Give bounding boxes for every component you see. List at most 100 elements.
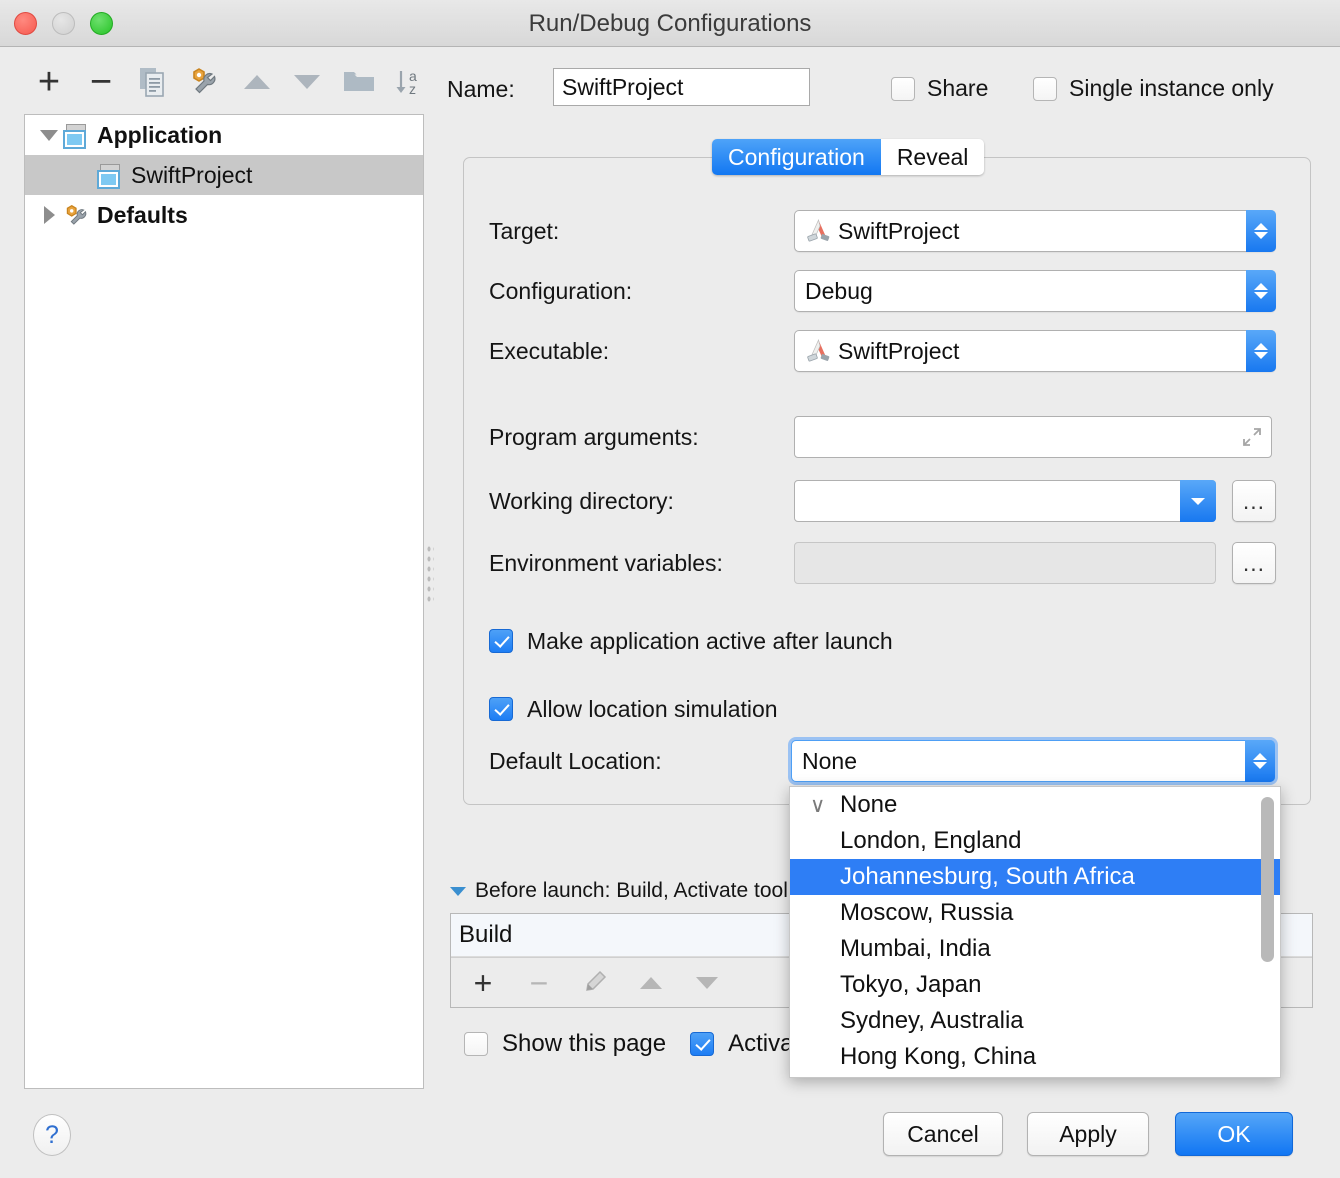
share-checkbox-row[interactable]: Share bbox=[891, 75, 988, 102]
tree-node-application[interactable]: Application bbox=[25, 115, 423, 155]
allow-location-simulation-row[interactable]: Allow location simulation bbox=[489, 688, 778, 730]
tree-node-defaults[interactable]: Defaults bbox=[25, 195, 423, 235]
copy-configuration-button[interactable] bbox=[130, 58, 176, 106]
chevron-down-icon bbox=[1254, 292, 1268, 299]
dropdown-option-london[interactable]: London, England bbox=[790, 823, 1280, 859]
working-directory-dropdown-button[interactable] bbox=[1180, 480, 1216, 522]
program-arguments-label: Program arguments: bbox=[489, 423, 699, 450]
move-task-up-button bbox=[635, 967, 667, 999]
name-input[interactable] bbox=[553, 68, 810, 106]
default-location-combobox[interactable]: None bbox=[791, 740, 1275, 782]
dropdown-option-johannesburg[interactable]: Johannesburg, South Africa bbox=[790, 859, 1280, 895]
collapse-caret-icon[interactable] bbox=[450, 886, 466, 896]
dropdown-option-label: Moscow, Russia bbox=[840, 899, 1014, 926]
build-configuration-combobox[interactable]: Debug bbox=[794, 270, 1276, 312]
configurations-tree[interactable]: Application SwiftProject Defaults bbox=[24, 114, 424, 1089]
chevron-down-icon bbox=[1191, 497, 1205, 505]
sort-configurations-button[interactable]: a z bbox=[386, 58, 432, 106]
dropdown-option-tokyo[interactable]: Tokyo, Japan bbox=[790, 967, 1280, 1003]
panel-splitter[interactable] bbox=[424, 114, 436, 1089]
executable-value: SwiftProject bbox=[838, 337, 960, 364]
configuration-panel: Target: SwiftProject Configuration: Debu… bbox=[463, 157, 1311, 805]
environment-variables-browse-button[interactable]: ... bbox=[1232, 542, 1276, 584]
configuration-tabs[interactable]: Configuration Reveal bbox=[712, 139, 985, 175]
target-stepper[interactable] bbox=[1246, 210, 1276, 252]
apply-button[interactable]: Apply bbox=[1027, 1112, 1149, 1156]
dropdown-option-moscow[interactable]: Moscow, Russia bbox=[790, 895, 1280, 931]
xcode-target-icon bbox=[805, 218, 833, 244]
target-label-wrap: Target: bbox=[489, 210, 559, 252]
chevron-right-icon bbox=[43, 206, 55, 224]
executable-label-wrap: Executable: bbox=[489, 330, 609, 372]
dropdown-option-hongkong[interactable]: Hong Kong, China bbox=[790, 1039, 1280, 1075]
dropdown-option-label: Mumbai, India bbox=[840, 935, 991, 962]
expand-toggle[interactable] bbox=[35, 129, 63, 141]
tab-configuration[interactable]: Configuration bbox=[712, 139, 881, 175]
edit-task-button bbox=[579, 967, 611, 999]
tree-node-label: SwiftProject bbox=[131, 161, 253, 188]
program-arguments-label-wrap: Program arguments: bbox=[489, 416, 699, 458]
dropdown-scrollbar[interactable] bbox=[1261, 797, 1274, 962]
single-instance-checkbox[interactable] bbox=[1033, 76, 1057, 101]
working-directory-field[interactable] bbox=[794, 480, 1216, 522]
show-this-page-checkbox[interactable] bbox=[464, 1032, 488, 1056]
expand-toggle[interactable] bbox=[35, 206, 63, 224]
activate-tool-window-checkbox[interactable] bbox=[690, 1032, 715, 1056]
checkmark-icon: ∨ bbox=[810, 793, 826, 817]
target-combobox[interactable]: SwiftProject bbox=[794, 210, 1276, 252]
make-app-active-label: Make application active after launch bbox=[527, 627, 893, 654]
minus-icon: − bbox=[89, 61, 113, 103]
configurations-toolbar: + − a z bbox=[20, 58, 430, 108]
default-location-label: Default Location: bbox=[489, 747, 662, 774]
executable-combobox[interactable]: SwiftProject bbox=[794, 330, 1276, 372]
build-configuration-value: Debug bbox=[805, 277, 873, 304]
arrow-up-icon bbox=[640, 976, 662, 989]
target-label: Target: bbox=[489, 217, 560, 244]
window-title: Run/Debug Configurations bbox=[528, 10, 812, 37]
expand-editor-icon[interactable] bbox=[1241, 426, 1263, 448]
application-icon bbox=[63, 124, 89, 149]
create-folder-button[interactable] bbox=[336, 58, 382, 106]
working-directory-label-wrap: Working directory: bbox=[489, 480, 674, 522]
sort-az-icon: a z bbox=[396, 68, 417, 97]
edit-defaults-button[interactable] bbox=[180, 58, 226, 106]
wrench-gear-icon bbox=[193, 68, 216, 94]
ok-button[interactable]: OK bbox=[1175, 1112, 1293, 1156]
move-configuration-up-button[interactable] bbox=[234, 58, 280, 106]
share-label: Share bbox=[927, 75, 989, 101]
single-instance-checkbox-row[interactable]: Single instance only bbox=[1033, 75, 1274, 102]
share-checkbox[interactable] bbox=[891, 76, 915, 101]
dropdown-option-none[interactable]: ∨ None bbox=[790, 787, 1280, 823]
executable-stepper[interactable] bbox=[1246, 330, 1276, 372]
default-location-label-wrap: Default Location: bbox=[489, 740, 662, 782]
move-configuration-down-button[interactable] bbox=[284, 58, 330, 106]
tree-node-swiftproject[interactable]: SwiftProject bbox=[25, 155, 423, 195]
dialog-footer: ? Cancel Apply OK bbox=[0, 1098, 1340, 1178]
build-configuration-stepper[interactable] bbox=[1246, 270, 1276, 312]
pencil-icon bbox=[586, 970, 607, 991]
dropdown-option-label: Sydney, Australia bbox=[840, 1007, 1024, 1034]
add-configuration-button[interactable]: + bbox=[26, 58, 72, 106]
help-button[interactable]: ? bbox=[33, 1114, 71, 1156]
tree-node-label: Defaults bbox=[97, 201, 188, 228]
dropdown-option-label: Johannesburg, South Africa bbox=[840, 863, 1135, 890]
cancel-button[interactable]: Cancel bbox=[883, 1112, 1003, 1156]
splitter-grip-icon bbox=[426, 544, 434, 604]
folder-icon bbox=[344, 72, 374, 91]
remove-configuration-button[interactable]: − bbox=[78, 58, 124, 106]
default-location-dropdown-menu[interactable]: ∨ None London, England Johannesburg, Sou… bbox=[789, 786, 1281, 1078]
make-app-active-row[interactable]: Make application active after launch bbox=[489, 620, 893, 662]
executable-label: Executable: bbox=[489, 337, 610, 364]
name-row: Name: Share Single instance only bbox=[447, 68, 1327, 110]
tab-reveal[interactable]: Reveal bbox=[880, 139, 985, 175]
working-directory-browse-button[interactable]: ... bbox=[1232, 480, 1276, 522]
chevron-up-icon bbox=[1254, 343, 1268, 350]
plus-icon: + bbox=[37, 61, 61, 103]
make-app-active-checkbox[interactable] bbox=[489, 629, 513, 653]
program-arguments-field[interactable] bbox=[794, 416, 1272, 458]
allow-location-simulation-checkbox[interactable] bbox=[489, 697, 513, 721]
default-location-stepper[interactable] bbox=[1245, 740, 1275, 782]
dropdown-option-mumbai[interactable]: Mumbai, India bbox=[790, 931, 1280, 967]
dropdown-option-sydney[interactable]: Sydney, Australia bbox=[790, 1003, 1280, 1039]
add-task-button[interactable]: + bbox=[467, 967, 499, 999]
